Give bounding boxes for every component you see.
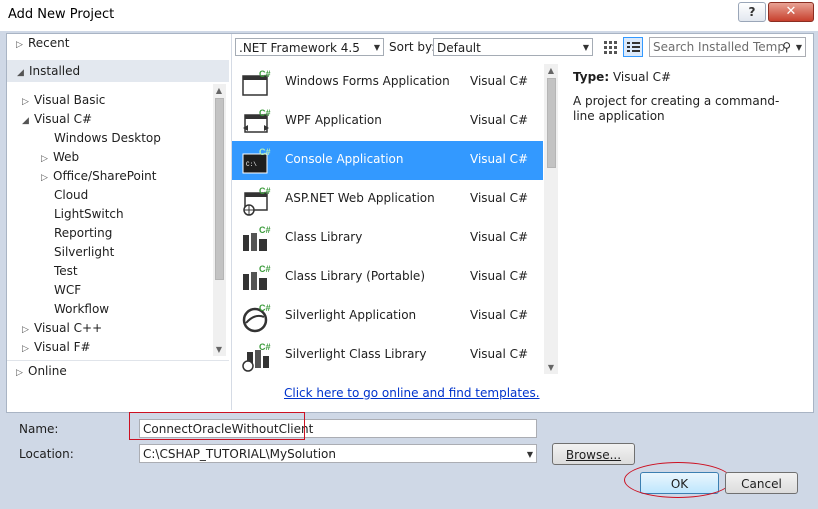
- expand-arrow-icon: ▷: [41, 173, 48, 183]
- details-pane: [562, 34, 811, 410]
- name-label: Name:: [19, 422, 59, 436]
- aspnet-web-icon: C#: [242, 186, 271, 216]
- details-type: Type: Visual C#: [573, 70, 671, 84]
- highlight-ellipse: [624, 462, 732, 498]
- close-button[interactable]: ✕: [768, 2, 814, 22]
- console-app-icon: C:\ C#: [242, 147, 271, 175]
- scroll-up-icon[interactable]: ▲: [545, 66, 557, 75]
- medium-icons-view-icon[interactable]: [601, 38, 620, 57]
- help-button[interactable]: ?: [738, 2, 766, 22]
- online-templates-link[interactable]: Click here to go online and find templat…: [284, 386, 540, 400]
- tree-divider: [7, 360, 229, 361]
- svg-text:C#: C#: [259, 264, 271, 274]
- search-icon[interactable]: ⚲: [782, 38, 791, 57]
- sort-select[interactable]: Default ▼: [433, 38, 593, 56]
- template-description: A project for creating a command-line ap…: [573, 94, 780, 123]
- dropdown-arrow-icon: ▼: [373, 43, 380, 52]
- template-item[interactable]: C# Class Library (Portable) Visual C#: [232, 258, 543, 297]
- svg-text:C#: C#: [259, 225, 271, 235]
- type-label: Type:: [573, 70, 610, 84]
- sort-label: Sort by:: [389, 40, 436, 54]
- expand-arrow-icon: ▷: [16, 40, 23, 50]
- tree-item-visual-csharp[interactable]: ◢ Visual C#: [22, 110, 92, 129]
- tree-item-windows-desktop[interactable]: Windows Desktop: [54, 129, 161, 148]
- window-title: Add New Project: [8, 7, 115, 22]
- list-view-icon[interactable]: [623, 37, 643, 57]
- svg-text:C#: C#: [259, 186, 271, 196]
- dropdown-arrow-icon: ▼: [526, 450, 533, 459]
- collapse-arrow-icon: ◢: [17, 68, 24, 78]
- svg-text:C#: C#: [259, 342, 271, 352]
- template-item[interactable]: C# ASP.NET Web Application Visual C#: [232, 180, 543, 219]
- collapse-arrow-icon: ◢: [22, 116, 29, 126]
- tree-item-web[interactable]: ▷ Web: [41, 148, 79, 167]
- search-templates-input[interactable]: Search Installed Temp ⚲ ▼: [649, 37, 806, 57]
- svg-text:C#: C#: [259, 69, 271, 79]
- portable-class-library-icon: C#: [242, 264, 271, 292]
- windows-forms-icon: C#: [242, 69, 271, 97]
- tree-item-installed[interactable]: ◢ Installed: [7, 60, 229, 82]
- template-item-selected[interactable]: C:\ C# Console Application Visual C#: [232, 141, 543, 180]
- tree-item-online[interactable]: ▷ Online: [16, 362, 67, 381]
- tree-item-visual-fsharp[interactable]: ▷ Visual F#: [22, 338, 91, 357]
- tree-item-reporting[interactable]: Reporting: [54, 224, 112, 243]
- dropdown-arrow-icon: ▼: [795, 43, 802, 52]
- template-item[interactable]: C# WPF Application Visual C#: [232, 102, 543, 141]
- tree-item-wcf[interactable]: WCF: [54, 281, 81, 300]
- silverlight-app-icon: C#: [242, 303, 271, 333]
- wpf-icon: C#: [242, 108, 271, 136]
- template-item[interactable]: C# Class Library Visual C#: [232, 219, 543, 258]
- scroll-up-icon[interactable]: ▲: [213, 86, 225, 95]
- tree-scrollbar[interactable]: ▲ ▼: [213, 84, 226, 356]
- class-library-icon: C#: [242, 225, 271, 253]
- expand-arrow-icon: ▷: [22, 344, 29, 354]
- template-item[interactable]: C# Silverlight Application Visual C#: [232, 297, 543, 336]
- tree-item-silverlight[interactable]: Silverlight: [54, 243, 114, 262]
- cancel-button[interactable]: Cancel: [725, 472, 798, 494]
- silverlight-class-library-icon: C#: [242, 342, 271, 372]
- expand-arrow-icon: ▷: [16, 368, 23, 378]
- highlight-box: [129, 412, 305, 440]
- tree-item-visual-basic[interactable]: ▷ Visual Basic: [22, 91, 105, 110]
- browse-button[interactable]: Browse...: [552, 443, 635, 465]
- template-item[interactable]: C# Silverlight Class Library Visual C#: [232, 336, 543, 375]
- type-value: Visual C#: [612, 70, 672, 84]
- location-label: Location:: [19, 447, 74, 461]
- tree-item-office-sharepoint[interactable]: ▷ Office/SharePoint: [41, 167, 157, 186]
- svg-text:C#: C#: [259, 303, 271, 313]
- framework-select[interactable]: .NET Framework 4.5 ▼: [235, 38, 384, 56]
- svg-text:C#: C#: [259, 147, 271, 157]
- tree-item-lightswitch[interactable]: LightSwitch: [54, 205, 124, 224]
- svg-text:C#: C#: [259, 108, 271, 118]
- tree-scroll-thumb[interactable]: [215, 98, 224, 280]
- tree-item-recent[interactable]: ▷ Recent: [16, 34, 69, 53]
- tree-item-test[interactable]: Test: [54, 262, 78, 281]
- tree-item-visual-cpp[interactable]: ▷ Visual C++: [22, 319, 102, 338]
- dropdown-arrow-icon: ▼: [582, 43, 589, 52]
- template-list-scrollbar[interactable]: ▲ ▼: [544, 64, 558, 374]
- template-scroll-thumb[interactable]: [547, 78, 556, 168]
- scroll-down-icon[interactable]: ▼: [545, 363, 557, 372]
- template-item[interactable]: C# Windows Forms Application Visual C#: [232, 63, 543, 102]
- tree-item-cloud[interactable]: Cloud: [54, 186, 88, 205]
- tree-item-workflow[interactable]: Workflow: [54, 300, 109, 319]
- title-bar: Add New Project ? ✕: [0, 0, 818, 32]
- location-select[interactable]: C:\CSHAP_TUTORIAL\MySolution ▼: [139, 444, 537, 463]
- scroll-down-icon[interactable]: ▼: [213, 345, 225, 354]
- svg-text:C:\: C:\: [246, 161, 257, 168]
